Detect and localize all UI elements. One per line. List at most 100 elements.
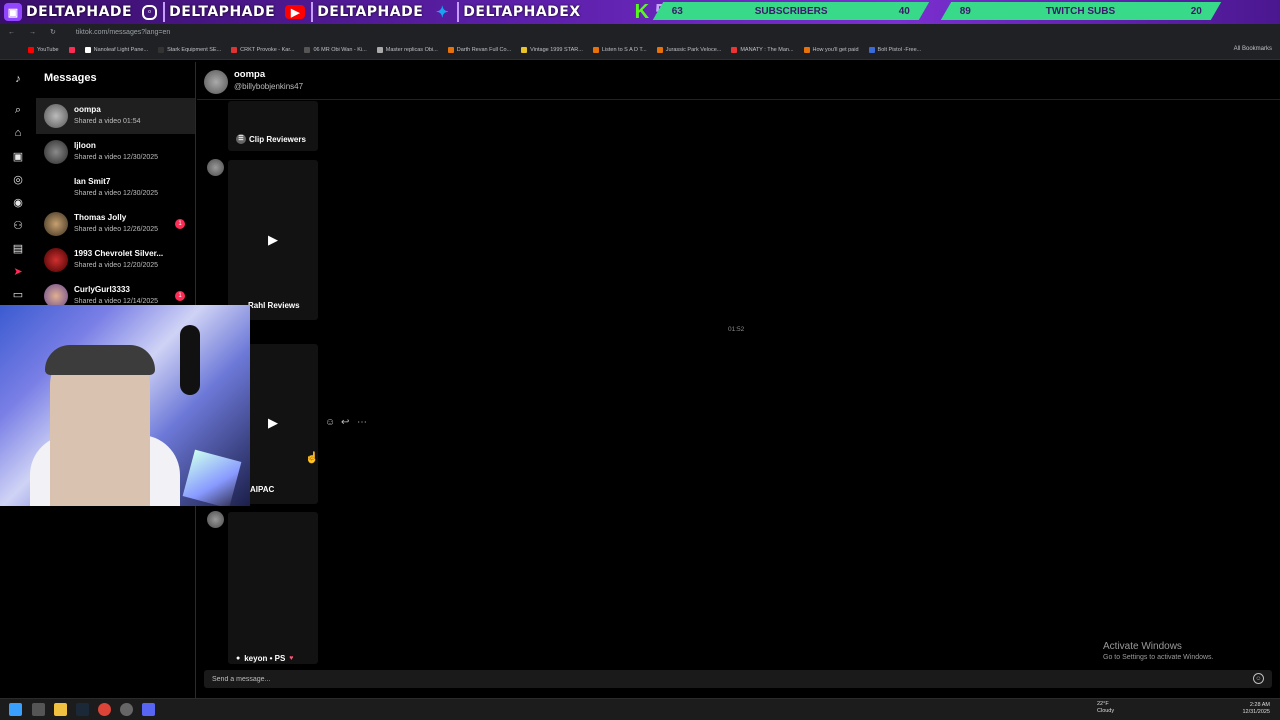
- tiktok-logo-icon[interactable]: ♪: [11, 72, 25, 86]
- bookmark[interactable]: Jurassic Park Veloce...: [656, 46, 721, 53]
- video-message[interactable]: ● keyon • PS ♥: [228, 512, 318, 664]
- favicon-icon: [304, 46, 311, 53]
- bookmark[interactable]: [68, 46, 75, 53]
- chat-name[interactable]: oompa: [234, 69, 265, 80]
- conversation-preview: Shared a video 12/30/2025: [74, 154, 159, 161]
- reload-icon[interactable]: ↻: [50, 28, 56, 36]
- bookmark[interactable]: CRKT Provoke - Kar...: [231, 46, 294, 53]
- bookmark[interactable]: 06 MR Obi Wan - Ki...: [304, 46, 367, 53]
- shop-icon[interactable]: ▣: [11, 149, 25, 163]
- conversation-item[interactable]: 1993 Chevrolet Silver... Shared a video 1…: [36, 242, 195, 278]
- play-icon[interactable]: ▶: [268, 415, 278, 431]
- twitch-icon: ▣: [4, 3, 22, 21]
- forward-icon[interactable]: →: [29, 29, 36, 36]
- system-clock[interactable]: 2:28 AM 12/31/2025: [1242, 702, 1270, 716]
- conversation-item[interactable]: Ian Smit7 Shared a video 12/30/2025: [36, 170, 195, 206]
- following-icon[interactable]: ◉: [11, 195, 25, 209]
- message-input[interactable]: [212, 672, 1212, 686]
- weather-condition: Cloudy: [1097, 708, 1115, 714]
- bookmark[interactable]: Vintage 1999 STAR...: [521, 46, 583, 53]
- clock-time: 2:28 AM: [1249, 702, 1270, 708]
- conversation-name: ljloon: [74, 141, 96, 150]
- twitch-subs-left: 89: [960, 5, 972, 17]
- favicon-icon: [803, 46, 810, 53]
- favicon-icon: [592, 46, 599, 53]
- taskview-icon[interactable]: [32, 703, 45, 716]
- app-icon[interactable]: [120, 703, 133, 716]
- avatar: [44, 104, 68, 128]
- chat-header: oompa @billybobjenkins47: [197, 62, 1280, 100]
- bookmark[interactable]: Nanoleaf Light Pane...: [84, 46, 148, 53]
- file-explorer-icon[interactable]: [54, 703, 67, 716]
- inbox-icon[interactable]: ▭: [11, 287, 25, 301]
- send-icon[interactable]: ➤: [11, 264, 25, 278]
- subscribers-label: SUBSCRIBERS: [754, 5, 828, 17]
- twitch-subs-counter: 89 TWITCH SUBS 20: [940, 2, 1222, 20]
- bookmark[interactable]: MANATY : The Man...: [731, 46, 794, 53]
- start-icon[interactable]: [9, 703, 22, 716]
- react-icon[interactable]: ☺: [325, 417, 335, 428]
- favicon-icon: [376, 46, 383, 53]
- windows-taskbar: 22°F Cloudy 2:28 AM 12/31/2025: [0, 698, 1280, 720]
- reply-icon[interactable]: ↩: [341, 417, 349, 428]
- messages-title: Messages: [44, 72, 97, 84]
- twitch-subs-label: TWITCH SUBS: [1046, 5, 1116, 17]
- steam-icon[interactable]: [76, 703, 89, 716]
- video-message[interactable]: ▶ Rahl Reviews: [228, 160, 318, 320]
- browser-toolbar: ← → ↻ tiktok.com/messages?lang=en: [0, 24, 1280, 40]
- youtube-icon: ▶: [285, 5, 306, 19]
- twitch-subs-right: 20: [1190, 5, 1202, 17]
- explore-icon[interactable]: ◎: [11, 172, 25, 186]
- conversation-name: oompa: [74, 105, 101, 114]
- unread-badge: 1: [175, 219, 185, 229]
- conversation-item[interactable]: Thomas Jolly Shared a video 12/26/2025 1: [36, 206, 195, 242]
- social-instagram-name: DELTAPHADE: [165, 0, 281, 24]
- all-bookmarks[interactable]: All Bookmarks: [1234, 46, 1272, 52]
- social-twitch: ▣ DELTAPHADE: [0, 0, 138, 24]
- bookmark[interactable]: Bolt Pistol -Free...: [868, 46, 921, 53]
- social-name: DELTAPHADEX: [463, 4, 581, 20]
- avatar[interactable]: [204, 70, 228, 94]
- chrome-icon[interactable]: [98, 703, 111, 716]
- more-icon[interactable]: ⋯: [357, 417, 367, 428]
- conversation-item[interactable]: ljloon Shared a video 12/30/2025: [36, 134, 195, 170]
- home-icon[interactable]: ⌂: [11, 126, 25, 140]
- user-icon: ●: [236, 655, 241, 662]
- temperature: 22°F: [1097, 701, 1109, 707]
- bookmark[interactable]: YouTube: [28, 46, 59, 53]
- back-icon[interactable]: ←: [8, 29, 15, 36]
- conversation-preview: Shared a video 12/26/2025: [74, 226, 159, 233]
- friends-icon[interactable]: ⚇: [11, 218, 25, 232]
- conversation-item[interactable]: oompa Shared a video 01:54: [36, 98, 195, 134]
- discord-icon[interactable]: [142, 703, 155, 716]
- stream-overlay-banner: ▣ DELTAPHADE ◦ DELTAPHADE ▶ DELTAPHADE ✦…: [0, 0, 1280, 24]
- conversation-preview: Shared a video 12/20/2025: [74, 262, 159, 269]
- streamer-cap: [45, 345, 155, 375]
- favicon-icon: [521, 46, 528, 53]
- bookmark[interactable]: Listen to S A D T...: [592, 46, 647, 53]
- social-name: DELTAPHADE: [317, 4, 424, 20]
- bookmarks-bar: YouTube Nanoleaf Light Pane... Stark Equ…: [0, 40, 1280, 60]
- sender-avatar[interactable]: [207, 159, 224, 176]
- conversation-name: Ian Smit7: [74, 177, 111, 186]
- conversation-preview: Shared a video 12/30/2025: [74, 190, 159, 197]
- bookmark[interactable]: How you'll get paid: [803, 46, 859, 53]
- emoji-icon[interactable]: ☺: [1253, 673, 1264, 684]
- video-message[interactable]: ☰ Clip Reviewers: [228, 101, 318, 151]
- social-name: DELTAPHADE: [26, 4, 133, 20]
- live-icon[interactable]: ▤: [11, 241, 25, 255]
- search-icon[interactable]: ⌕: [11, 103, 25, 117]
- play-icon[interactable]: ▶: [268, 232, 278, 248]
- sender-avatar[interactable]: [207, 511, 224, 528]
- weather-widget[interactable]: 22°F Cloudy: [1097, 701, 1114, 715]
- address-bar[interactable]: tiktok.com/messages?lang=en: [76, 29, 170, 36]
- channel-icon: ☰: [236, 134, 246, 144]
- bookmark[interactable]: Master replicas Obi...: [376, 46, 438, 53]
- favicon-icon: [868, 46, 875, 53]
- bookmark[interactable]: Stark Equipment SE...: [158, 46, 221, 53]
- youtube-icon: [28, 46, 34, 53]
- bookmark[interactable]: Darth Revan Full Co...: [447, 46, 511, 53]
- favicon-icon: [158, 46, 165, 53]
- avatar: [44, 140, 68, 164]
- favicon-icon: [447, 46, 454, 53]
